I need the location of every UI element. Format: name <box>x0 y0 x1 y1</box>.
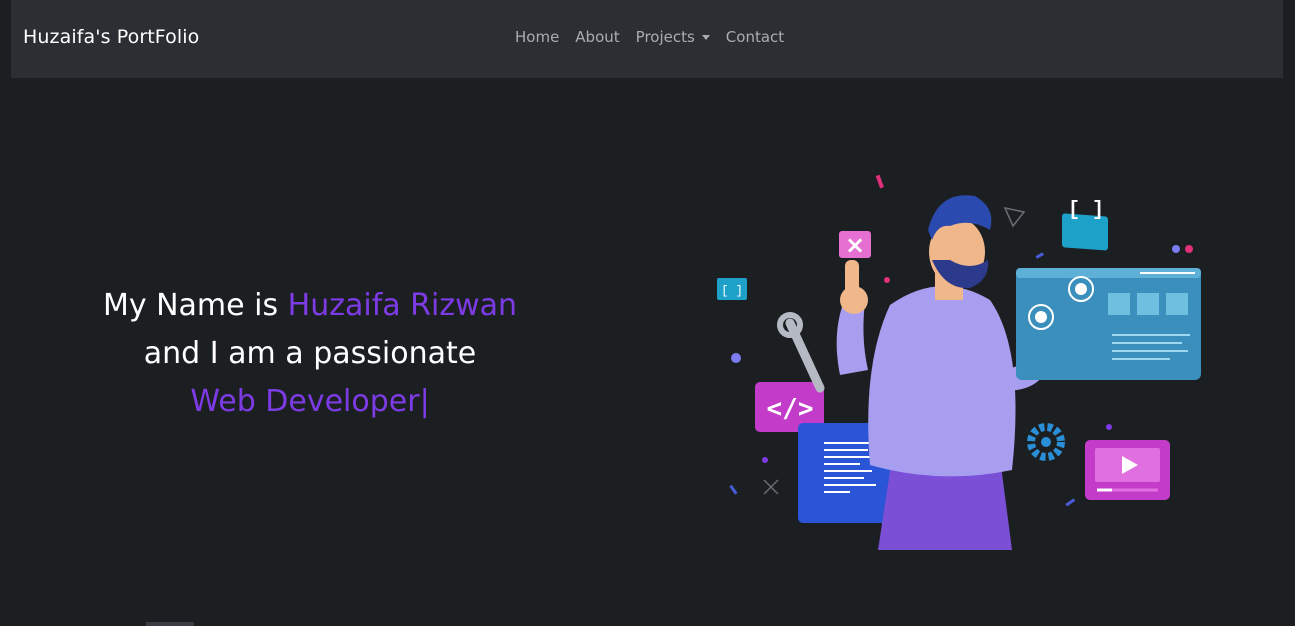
confetti-shape <box>875 174 884 189</box>
developer-illustration: [ ] [ ] × </> <box>717 174 1201 550</box>
bracket-icon: [ ] <box>1068 199 1104 222</box>
thumbnail-box <box>1108 293 1130 315</box>
code-icon: </> <box>767 394 814 424</box>
hero-line-1: My Name is Huzaifa Rizwan <box>20 282 600 330</box>
thumbnail-box <box>1137 293 1159 315</box>
dot-decoration <box>1106 424 1112 430</box>
hero-line-3: Web Developer| <box>20 378 600 426</box>
brand-link[interactable]: Huzaifa's PortFolio <box>23 26 199 48</box>
ring-icon-dot <box>1035 311 1047 323</box>
hero-role: Web Developer <box>190 384 420 419</box>
close-icon: × <box>845 231 865 259</box>
hero-line-2: and I am a passionate <box>143 336 477 371</box>
nav-about-link[interactable]: About <box>575 28 619 46</box>
ring-icon-dot <box>1075 283 1087 295</box>
navbar: Huzaifa's PortFolio Home About Projects … <box>11 0 1283 78</box>
triangle-decoration <box>1003 206 1026 228</box>
dot-decoration <box>1185 245 1193 253</box>
nav-home-link[interactable]: Home <box>515 28 559 46</box>
confetti-shape <box>1065 498 1076 507</box>
nav-links: Home About Projects Contact <box>515 28 784 46</box>
hero-text: My Name is Huzaifa Rizwan and I am a pas… <box>20 282 600 426</box>
gear-icon-center <box>1041 437 1051 447</box>
browser-window-card <box>1016 268 1201 380</box>
hero-name: Huzaifa Rizwan <box>287 288 518 323</box>
thumbnail-box <box>1166 293 1188 315</box>
confetti-shape <box>1035 252 1044 259</box>
nav-projects-dropdown[interactable]: Projects <box>636 28 710 46</box>
bracket-icon: [ ] <box>721 284 743 298</box>
hand-left <box>840 286 868 314</box>
dot-decoration <box>1172 245 1180 253</box>
dot-decoration <box>884 277 890 283</box>
bottom-scroll-tab[interactable] <box>146 622 194 626</box>
hero-intro: My Name is <box>102 288 288 323</box>
caret-down-icon <box>701 34 710 40</box>
nav-contact-link[interactable]: Contact <box>726 28 784 46</box>
confetti-shape <box>729 484 738 495</box>
dot-decoration <box>731 353 741 363</box>
dot-decoration <box>762 457 768 463</box>
nav-projects-label: Projects <box>635 28 695 46</box>
sweater-shape <box>868 286 1016 477</box>
typing-cursor: | <box>419 384 430 419</box>
x-decoration <box>763 479 779 495</box>
